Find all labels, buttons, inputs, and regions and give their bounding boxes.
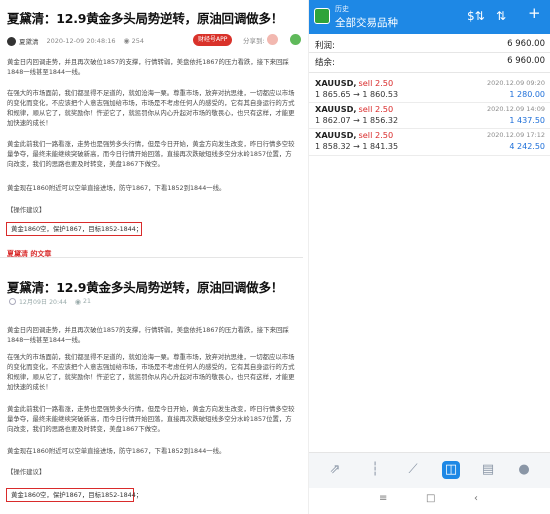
trade-icon[interactable]: ⟋ bbox=[404, 461, 422, 479]
article-top: 夏黛清：12.9黄金多头局势逆转，原油回调做多！ 夏黛清 2020-12-09 … bbox=[0, 0, 303, 258]
history-label: 历史 bbox=[335, 5, 349, 13]
trade-row[interactable]: XAUUSD, sell 2.50 1 865.65 → 1 860.53 202… bbox=[309, 78, 550, 104]
home-icon[interactable]: □ bbox=[426, 493, 435, 504]
trade-profit: 4 242.50 bbox=[509, 142, 545, 151]
advice-heading: 【操作建议】 bbox=[7, 206, 46, 214]
history-icon[interactable]: ◫ bbox=[442, 461, 460, 479]
avatar[interactable] bbox=[7, 36, 16, 46]
summary-value: 6 960.00 bbox=[507, 39, 545, 49]
app-header: 历史 全部交易品种 $⇅ ⇅ + bbox=[309, 0, 550, 34]
publish-date: 12月09日 20:44 bbox=[19, 299, 67, 306]
chat-icon[interactable]: ● bbox=[515, 461, 533, 479]
trading-app: 历史 全部交易品种 $⇅ ⇅ + 利润: 6 960.00 结余: 6 960.… bbox=[308, 0, 550, 514]
divider bbox=[309, 52, 550, 53]
trade-row[interactable]: XAUUSD, sell 2.50 1 862.07 → 1 856.32 202… bbox=[309, 104, 550, 130]
article-meta: 夏黛清 2020-12-09 20:48:16 ◉ 254 财经号APP 分享到… bbox=[7, 33, 301, 49]
weibo-share-icon[interactable] bbox=[267, 34, 278, 45]
article-title: 夏黛清：12.9黄金多头局势逆转，原油回调做多！ bbox=[7, 280, 284, 295]
trade-time: 2020.12.09 14:09 bbox=[486, 105, 545, 113]
app-logo[interactable] bbox=[314, 8, 330, 24]
advice-highlight: 黄金1860空，保护1867，目标1852-1844； bbox=[6, 488, 142, 502]
trade-prices: 1 865.65 → 1 860.53 bbox=[315, 90, 399, 99]
article-title: 夏黛清：12.9黄金多头局势逆转，原油回调做多！ bbox=[7, 11, 284, 26]
news-icon[interactable]: ▤ bbox=[479, 461, 497, 479]
author-name[interactable]: 夏黛清 bbox=[19, 36, 39, 46]
chart-icon[interactable]: ┆ bbox=[366, 461, 384, 479]
clock-icon bbox=[9, 298, 16, 305]
plus-icon[interactable]: + bbox=[528, 6, 541, 21]
share-label: 分享到: bbox=[243, 37, 265, 45]
bottom-nav: ⇗ ┆ ⟋ ◫ ▤ ● bbox=[309, 452, 550, 488]
app-button[interactable]: 财经号APP bbox=[193, 34, 233, 46]
article-panel: 夏黛清：12.9黄金多头局势逆转，原油回调做多！ 夏黛清 2020-12-09 … bbox=[0, 0, 303, 514]
paragraph: 在强大的市场面前，我们都显得不足道的，就如沧海一粟。尊重市场，放弃对抗思维，一切… bbox=[7, 89, 295, 127]
divider bbox=[309, 155, 550, 156]
summary-value: 6 960.00 bbox=[507, 56, 545, 66]
trade-symbol: XAUUSD, sell 2.50 bbox=[315, 130, 394, 140]
trade-symbol: XAUUSD, sell 2.50 bbox=[315, 78, 394, 88]
trade-side: sell 2.50 bbox=[358, 130, 394, 140]
trade-time: 2020.12.09 09:20 bbox=[486, 79, 545, 87]
quotes-icon[interactable]: ⇗ bbox=[326, 461, 344, 479]
trade-prices: 1 862.07 → 1 856.32 bbox=[315, 116, 399, 125]
dollar-exchange-icon[interactable]: $⇅ bbox=[467, 9, 485, 23]
trade-time: 2020.12.09 17:12 bbox=[486, 131, 545, 139]
trade-symbol: XAUUSD, sell 2.50 bbox=[315, 104, 394, 114]
paragraph: 在强大的市场面前，我们都显得不足道的，就如沧海一粟。尊重市场，放弃对抗思维，一切… bbox=[7, 353, 295, 391]
summary-row: 利润: 6 960.00 bbox=[315, 39, 545, 53]
trade-prices: 1 858.32 → 1 841.35 bbox=[315, 142, 399, 151]
paragraph: 黄金日内回调走势，并且再次破位1857的支撑，行情转弱，美盘依托1867的压力看… bbox=[7, 58, 289, 76]
divider bbox=[309, 102, 550, 103]
system-nav: ≡ □ ‹ bbox=[309, 488, 550, 514]
eye-icon: ◉ bbox=[123, 37, 130, 45]
screen-title[interactable]: 全部交易品种 bbox=[335, 15, 398, 30]
view-count: 21 bbox=[83, 298, 91, 305]
paragraph: 黄金日内回调走势，并且再次破位1857的支撑，行情转弱，美盘依托1867的压力看… bbox=[7, 326, 289, 344]
paragraph: 黄金此前我们一路看涨，走势也是强势多头行情，但是今日开始，黄金方向发生改变，昨日… bbox=[7, 405, 295, 433]
article-meta: 12月09日 20:44 ◉ 21 bbox=[9, 297, 91, 306]
trade-side: sell 2.50 bbox=[358, 104, 394, 114]
trade-side: sell 2.50 bbox=[358, 78, 394, 88]
back-icon[interactable]: ‹ bbox=[474, 493, 478, 504]
trade-profit: 1 280.00 bbox=[509, 90, 545, 99]
eye-icon: ◉ bbox=[74, 297, 82, 306]
view-count: 254 bbox=[131, 37, 145, 45]
summary-row: 结余: 6 960.00 bbox=[315, 56, 545, 70]
summary-label: 结余: bbox=[315, 58, 335, 68]
paragraph: 黄金现在1860附近可以空单直接进场，防守1867，下看1852到1844一线。 bbox=[7, 447, 226, 455]
trade-profit: 1 437.50 bbox=[509, 116, 545, 125]
trade-row[interactable]: XAUUSD, sell 2.50 1 858.32 → 1 841.35 202… bbox=[309, 130, 550, 156]
advice-heading: 【操作建议】 bbox=[7, 468, 46, 476]
summary-label: 利润: bbox=[315, 41, 335, 51]
wechat-share-icon[interactable] bbox=[290, 34, 301, 45]
menu-icon[interactable]: ≡ bbox=[379, 493, 387, 504]
paragraph: 黄金此前我们一路看涨，走势也是强势多头行情，但是今日开始，黄金方向发生改变，昨日… bbox=[7, 140, 295, 168]
divider bbox=[309, 128, 550, 129]
divider bbox=[309, 72, 550, 73]
sort-icon[interactable]: ⇅ bbox=[496, 9, 506, 23]
paragraph: 黄金现在1860附近可以空单直接进场，防守1867，下看1852到1844一线。 bbox=[7, 184, 226, 192]
advice-highlight: 黄金1860空，保护1867，目标1852-1844； bbox=[6, 222, 142, 236]
publish-date: 2020-12-09 20:48:16 bbox=[46, 37, 116, 45]
